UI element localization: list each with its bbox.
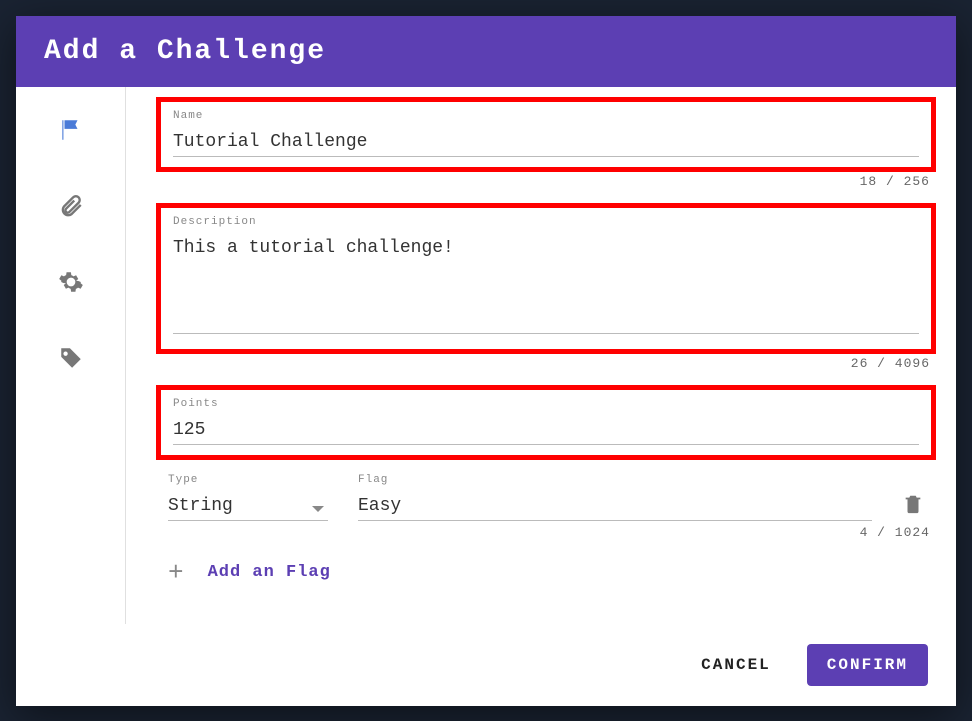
- confirm-button[interactable]: CONFIRM: [807, 644, 928, 686]
- flag-icon[interactable]: [58, 117, 84, 143]
- chevron-down-icon: [312, 506, 324, 512]
- flag-value-field: Flag: [358, 474, 872, 521]
- flag-value-label: Flag: [358, 474, 872, 486]
- description-input[interactable]: [173, 234, 919, 334]
- trash-icon[interactable]: [902, 493, 924, 515]
- flag-type-select[interactable]: [168, 492, 328, 521]
- flag-type-value[interactable]: [168, 492, 328, 520]
- add-challenge-modal: Add a Challenge Name 18 / 256: [16, 16, 956, 706]
- sidebar: [16, 87, 126, 624]
- add-flag-button[interactable]: + Add an Flag: [156, 540, 936, 588]
- gear-icon[interactable]: [58, 269, 84, 295]
- points-input[interactable]: [173, 416, 919, 445]
- tag-icon[interactable]: [58, 345, 84, 371]
- description-field-group: Description 26 / 4096: [156, 203, 936, 371]
- points-label: Points: [173, 398, 919, 410]
- flag-value-input[interactable]: [358, 492, 872, 521]
- flag-type-field: Type: [168, 474, 328, 521]
- modal-title: Add a Challenge: [16, 16, 956, 87]
- paperclip-icon[interactable]: [58, 193, 84, 219]
- flag-type-label: Type: [168, 474, 328, 486]
- flag-counter: 4 / 1024: [156, 525, 936, 540]
- name-field-group: Name 18 / 256: [156, 97, 936, 189]
- flag-row: Type Flag: [156, 474, 936, 521]
- add-flag-label: Add an Flag: [208, 563, 331, 582]
- form-content: Name 18 / 256 Description 26 / 4096 Poin…: [126, 87, 956, 624]
- plus-icon: +: [168, 558, 184, 588]
- description-label: Description: [173, 216, 919, 228]
- name-input[interactable]: [173, 128, 919, 157]
- name-counter: 18 / 256: [156, 174, 936, 189]
- cancel-button[interactable]: CANCEL: [685, 646, 787, 684]
- description-counter: 26 / 4096: [156, 356, 936, 371]
- modal-footer: CANCEL CONFIRM: [16, 624, 956, 706]
- modal-body: Name 18 / 256 Description 26 / 4096 Poin…: [16, 87, 956, 624]
- points-field-group: Points: [156, 385, 936, 460]
- name-label: Name: [173, 110, 919, 122]
